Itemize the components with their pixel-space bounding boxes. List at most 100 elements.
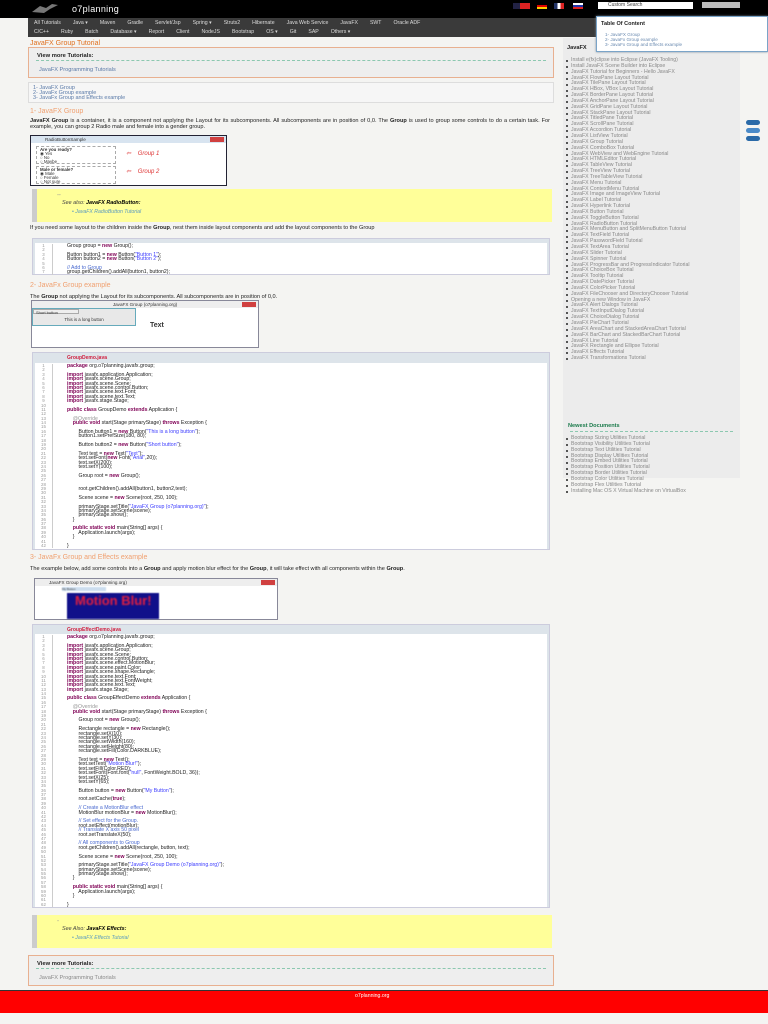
footer-text[interactable]: o7planning.org [355,993,389,999]
newest-item[interactable]: Installing Mac OS X Virtual Machine on V… [565,488,737,495]
window-close [242,302,256,307]
label: See also: [62,200,86,206]
see-also-text: See Also: JavaFX Effects: [62,926,126,932]
search-button[interactable] [702,2,740,8]
option-label: Maybe [43,159,58,164]
quote-mark: ““ [57,194,61,200]
view-more-box-bottom: View more Tutorials: JavaFX Programming … [28,955,554,986]
group-1-label: Group 1 [137,151,160,157]
term: Group [249,566,267,572]
code-text: group.getChildren().addAll(button1, butt… [67,269,170,276]
nav-item[interactable]: Others ▾ [331,29,351,35]
nav-item[interactable]: All Tutorials [34,20,61,26]
view-more-box: View more Tutorials: JavaFX Programming … [28,47,554,78]
nav-item[interactable]: Gradle [127,20,143,26]
nav-item[interactable]: Database ▾ [110,29,136,35]
flag-de-icon[interactable] [537,3,547,9]
see-also-text: See also: JavaFX RadioButton: [62,200,141,206]
flag-ru-icon[interactable] [573,3,583,9]
footer: o7planning.org [0,990,768,1013]
short-button: Short button [33,309,79,315]
nav-item[interactable]: C/C++ [34,29,49,35]
see-also-note-2: “ See Also: JavaFX Effects: • JavaFX Eff… [32,915,552,948]
nav-item[interactable]: Client [176,29,189,35]
nav-item[interactable]: Servlet/Jsp [155,20,181,26]
file-name: GroupDemo.java [67,355,108,361]
text: , nest them inside layout components and… [169,225,375,231]
text: and apply motion blur effect for the [160,566,250,572]
window-title: RadioButtonSample [31,136,226,143]
view-more-link[interactable]: JavaFX Programming Tutorials [39,975,116,981]
group-1-box: Are you ready? ◉ Yes ○ No ○ Maybe [36,146,116,164]
nav-row-1: All Tutorials Java ▾ Maven Gradle Servlet/Js… [28,18,426,27]
option-label: Not sure [43,179,61,184]
sidebar: JavaFX Install e(fx)clipse into Eclipse … [563,38,740,478]
group-2-label: Group 2 [137,169,160,175]
site-name[interactable]: o7planning [72,4,119,14]
section-3-paragraph: The example below, add some controls int… [30,566,550,572]
page-title: JavaFX Group Tutorial [30,40,101,47]
nav-item[interactable]: Struts2 [224,20,240,26]
view-more-title: View more Tutorials: [37,53,94,59]
nav-item[interactable]: Report [149,29,165,35]
sidebar-heading: JavaFX [567,45,587,51]
motion-blur-text: Motion Blur! [75,593,152,608]
code-body: 1 package org.o7planning.javafx.group; 2 3 i… [35,363,547,549]
link-text[interactable]: JavaFX Effects Tutorial [75,935,128,941]
nav-item[interactable]: Batch [85,29,98,35]
nav-item[interactable]: Java ▾ [73,20,88,26]
newest-heading: Newest Documents [568,423,620,429]
toc-item[interactable]: 3- JavaFx Group and Effects example [605,42,682,48]
twitter-share-icon[interactable] [746,136,760,141]
group-demo-screenshot: JavaFX Group (o7planning.org) This is a … [31,300,259,348]
effect-demo-screenshot: JavaFX Group Demo (o7planning.org) My Bu… [34,578,278,620]
toc-title: Table Of Content [601,21,645,27]
contents-item[interactable]: 3- JavaFx Group and Effects example [33,96,549,102]
flag-fr-icon[interactable] [554,3,564,9]
term: Group [390,118,407,124]
nav-item[interactable]: Ruby [61,29,73,35]
arrow-label-2: ⇦ Group 2 [126,169,160,175]
text: . [403,566,405,572]
nav-item[interactable]: Maven [100,20,116,26]
line-number: 42 [35,543,53,549]
section-1-heading: 1- JavaFX Group [30,108,84,115]
flag-vi-icon[interactable] [520,3,530,9]
main-nav: All Tutorials Java ▾ Maven Gradle Servlet/Js… [28,18,596,37]
divider [36,968,546,969]
nav-item[interactable]: NodeJS [202,29,220,35]
line-number: 62 [35,902,53,908]
nav-item[interactable]: SWT [370,20,382,26]
nav-item[interactable]: OS ▾ [266,29,278,35]
text: The example below, add some controls int… [30,566,144,572]
see-also-link[interactable]: • JavaFX RadioButton Tutorial [72,209,141,215]
search-input[interactable]: Custom Search [598,2,693,9]
options: ◉ Male ○ Female ○ Not sure [40,171,112,184]
newest-documents: Newest Documents Bootstrap Sizing Utilit… [563,418,740,493]
term: Group [153,225,170,231]
code-body: 1 Group group = new Group(); 2 3 Button butt… [35,243,547,276]
code-line: 62} [35,902,547,908]
nav-item[interactable]: Bootstrap [232,29,254,35]
nav-item[interactable]: SAP [308,29,318,35]
nav-item[interactable]: Git [290,29,297,35]
sidebar-item[interactable]: JavaFX Transformations Tutorial [565,355,737,362]
nav-item[interactable]: JavaFX [340,20,358,26]
nav-item[interactable]: Hibernate [252,20,275,26]
contents-list: 1- JavaFX Group 2- JavaFx Group example 3-… [29,83,553,105]
sidebar-list: Install e(fx)clipse into Eclipse (JavaFX… [565,57,737,362]
view-more-link[interactable]: JavaFX Programming Tutorials [39,67,116,73]
nav-item[interactable]: Java Web Service [287,20,329,26]
text: , it will take effect with all component… [266,566,387,572]
nav-item[interactable]: Oracle ADF [393,20,420,26]
section-3-heading: 3- JavaFx Group and Effects example [30,554,148,561]
link-text[interactable]: JavaFX RadioButton Tutorial [75,209,141,215]
facebook-share-icon[interactable] [746,120,760,125]
nav-item[interactable]: Spring ▾ [193,20,212,26]
radio-screenshot: RadioButtonSample Are you ready? ◉ Yes ○ N… [30,135,227,186]
logo-icon[interactable] [30,2,60,14]
toc-list: 1- JavaFX Group 2- JavaFx Group example 3-… [605,32,682,48]
share-icon[interactable] [746,128,760,133]
see-also-link[interactable]: • JavaFX Effects Tutorial [72,935,129,941]
view-more-title: View more Tutorials: [37,961,94,967]
